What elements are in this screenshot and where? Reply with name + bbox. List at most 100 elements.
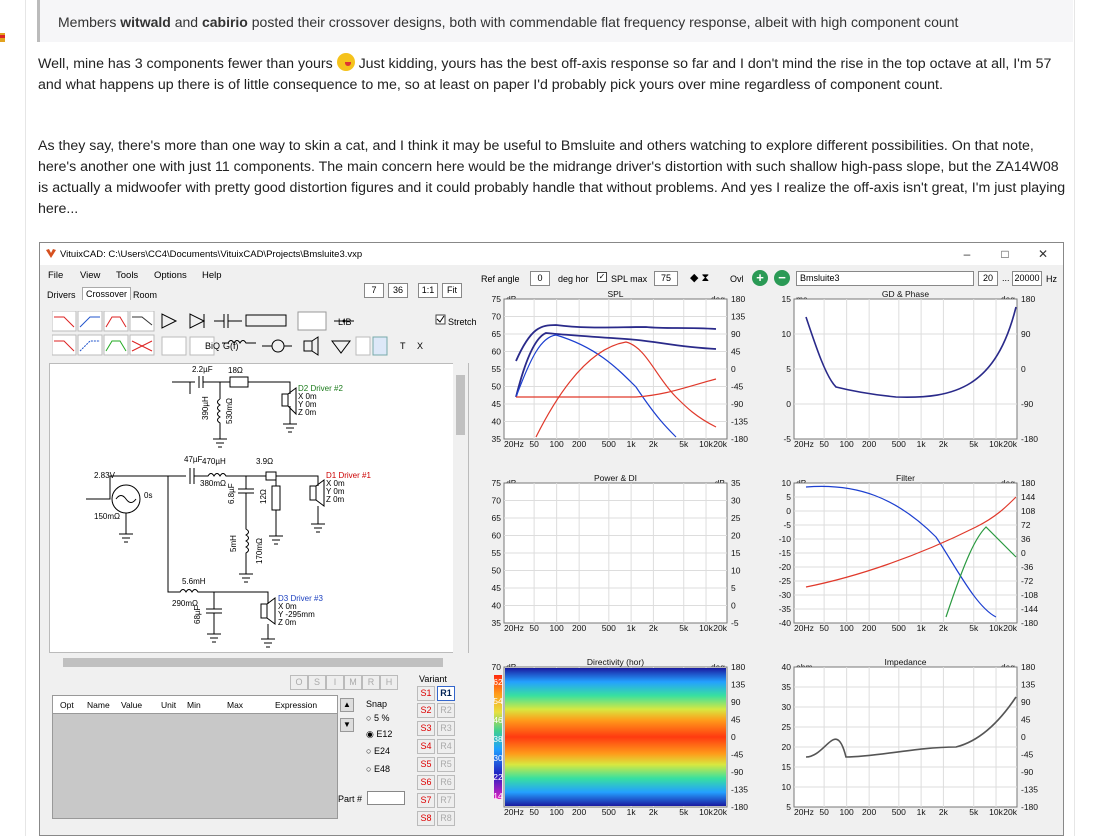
spl-max-checkbox[interactable]: ✓ [597, 272, 607, 282]
variant-s7[interactable]: S7 [417, 793, 435, 808]
text-tool-button[interactable]: T [400, 341, 406, 351]
spin-icon[interactable]: ◆ ⧗ [690, 271, 709, 285]
y-tick-right-dir: -90 [731, 767, 744, 777]
x-tick-imp: 10k [989, 807, 1003, 817]
variant-s6[interactable]: S6 [417, 775, 435, 790]
menu-tools[interactable]: Tools [116, 270, 138, 281]
variant-s5[interactable]: S5 [417, 757, 435, 772]
x-tick-dir: 2k [649, 807, 659, 817]
freq-range-separator: ... [1002, 273, 1010, 283]
close-icon[interactable]: ✕ [1028, 245, 1058, 263]
x-tick-dir: 1k [627, 807, 637, 817]
x-tick-filter: 10k [989, 623, 1003, 633]
y-tick-right-gd: 0 [1021, 364, 1026, 374]
col-name[interactable]: Name [87, 700, 110, 710]
x-tick-spl: 5k [679, 439, 689, 449]
m-button[interactable]: M [344, 675, 362, 690]
menu-file[interactable]: File [48, 270, 63, 281]
project-name-field[interactable]: Bmsluite3 [796, 271, 974, 286]
y-tick-right-spl: 135 [731, 312, 745, 322]
zoom-36-button[interactable]: 36 [388, 283, 408, 298]
i-button[interactable]: I [326, 675, 344, 690]
quote-user-1[interactable]: witwald [120, 14, 171, 30]
y-tick-left-filter: -35 [779, 604, 792, 614]
gf-button[interactable]: G(f) [223, 341, 239, 351]
spl-max-input[interactable]: 75 [654, 271, 678, 286]
col-opt[interactable]: Opt [60, 700, 74, 710]
x-tick-dir: 20k [713, 807, 727, 817]
variant-r3[interactable]: R3 [437, 721, 455, 736]
x-tick-gd: 20k [1003, 439, 1017, 449]
s-button[interactable]: S [308, 675, 326, 690]
x-tick-pw: 2k [649, 623, 659, 633]
variant-s2[interactable]: S2 [417, 703, 435, 718]
o-button[interactable]: O [290, 675, 308, 690]
zoom-7-button[interactable]: 7 [364, 283, 384, 298]
menu-view[interactable]: View [80, 270, 100, 281]
y-tick-right-pw: 5 [731, 583, 736, 593]
maximize-icon[interactable]: □ [990, 245, 1020, 263]
y-tick-right-dir: 45 [731, 715, 741, 725]
snap-option-e48[interactable]: ○ E48 [366, 764, 390, 774]
variant-s4[interactable]: S4 [417, 739, 435, 754]
biquad-button[interactable]: BiQ [205, 341, 220, 351]
stretch-checkbox-label[interactable]: Stretch [448, 317, 477, 327]
menu-options[interactable]: Options [154, 270, 187, 281]
x-tick-spl: 10k [699, 439, 713, 449]
schematic-vertical-scrollbar[interactable] [453, 361, 468, 655]
schematic-canvas[interactable]: 2.2µF 18Ω 390µH 530mΩ 47µF 470µH 380mΩ 3… [49, 363, 469, 653]
zoom-1-1-button[interactable]: 1:1 [418, 283, 438, 298]
r-button[interactable]: R [362, 675, 380, 690]
variant-s1[interactable]: S1 [417, 686, 435, 701]
col-max[interactable]: Max [227, 700, 243, 710]
snap-option-e12[interactable]: ◉ E12 [366, 729, 392, 740]
delete-tool-button[interactable]: X [417, 341, 423, 351]
zoom-fit-button[interactable]: Fit [442, 283, 462, 298]
tab-room[interactable]: Room [130, 289, 160, 301]
variant-r4[interactable]: R4 [437, 739, 455, 754]
freq-max-input[interactable]: 20000 [1012, 271, 1042, 286]
response-plots[interactable]: SPLdBdeg75706560555045403518013590450-45… [476, 287, 1061, 835]
x-tick-spl: 20k [713, 439, 727, 449]
quote-user-2[interactable]: cabirio [202, 14, 248, 30]
add-overlay-icon[interactable]: + [752, 270, 768, 286]
col-unit[interactable]: Unit [161, 700, 176, 710]
variant-r6[interactable]: R6 [437, 775, 455, 790]
snap-option-5pct[interactable]: ○ 5 % [366, 713, 389, 723]
y-tick-left-pw: 70 [492, 496, 502, 506]
tab-drivers[interactable]: Drivers [44, 289, 79, 301]
y-tick-left-imp: 10 [782, 782, 792, 792]
menu-help[interactable]: Help [202, 270, 222, 281]
snap-option-e24[interactable]: ○ E24 [366, 746, 390, 756]
col-expression[interactable]: Expression [275, 700, 317, 710]
variant-r1[interactable]: R1 [437, 686, 455, 701]
variant-s8[interactable]: S8 [417, 811, 435, 826]
move-up-icon[interactable]: ▲ [340, 698, 354, 712]
move-down-icon[interactable]: ▼ [340, 718, 354, 732]
part-number-input[interactable] [367, 791, 405, 805]
remove-overlay-icon[interactable]: − [774, 270, 790, 286]
parameter-table[interactable]: Opt Name Value Unit Min Max Expression [52, 695, 338, 819]
snap-option-label: E24 [373, 746, 390, 756]
h-button[interactable]: H [380, 675, 398, 690]
col-value[interactable]: Value [121, 700, 142, 710]
ref-angle-input[interactable]: 0 [530, 271, 550, 286]
minimize-icon[interactable]: – [952, 245, 982, 263]
tab-crossover[interactable]: Crossover [82, 287, 132, 300]
variant-r2[interactable]: R2 [437, 703, 455, 718]
lib-button[interactable]: LIB [338, 317, 352, 327]
res-r1-label: 18Ω [228, 366, 243, 375]
y-tick-right-pw: 20 [731, 531, 741, 541]
variant-r7[interactable]: R7 [437, 793, 455, 808]
overlay-label: Ovl [730, 274, 744, 284]
variant-r8[interactable]: R8 [437, 811, 455, 826]
freq-min-input[interactable]: 20 [978, 271, 998, 286]
variant-r5[interactable]: R5 [437, 757, 455, 772]
y-tick-left-spl: 45 [492, 399, 502, 409]
col-min[interactable]: Min [187, 700, 201, 710]
schematic-horizontal-scrollbar[interactable] [49, 655, 469, 670]
y-tick-right-pw: -5 [731, 618, 739, 628]
variant-s3[interactable]: S3 [417, 721, 435, 736]
y-tick-left-gd: 10 [782, 329, 792, 339]
deg-hor-label: deg hor [558, 274, 589, 284]
